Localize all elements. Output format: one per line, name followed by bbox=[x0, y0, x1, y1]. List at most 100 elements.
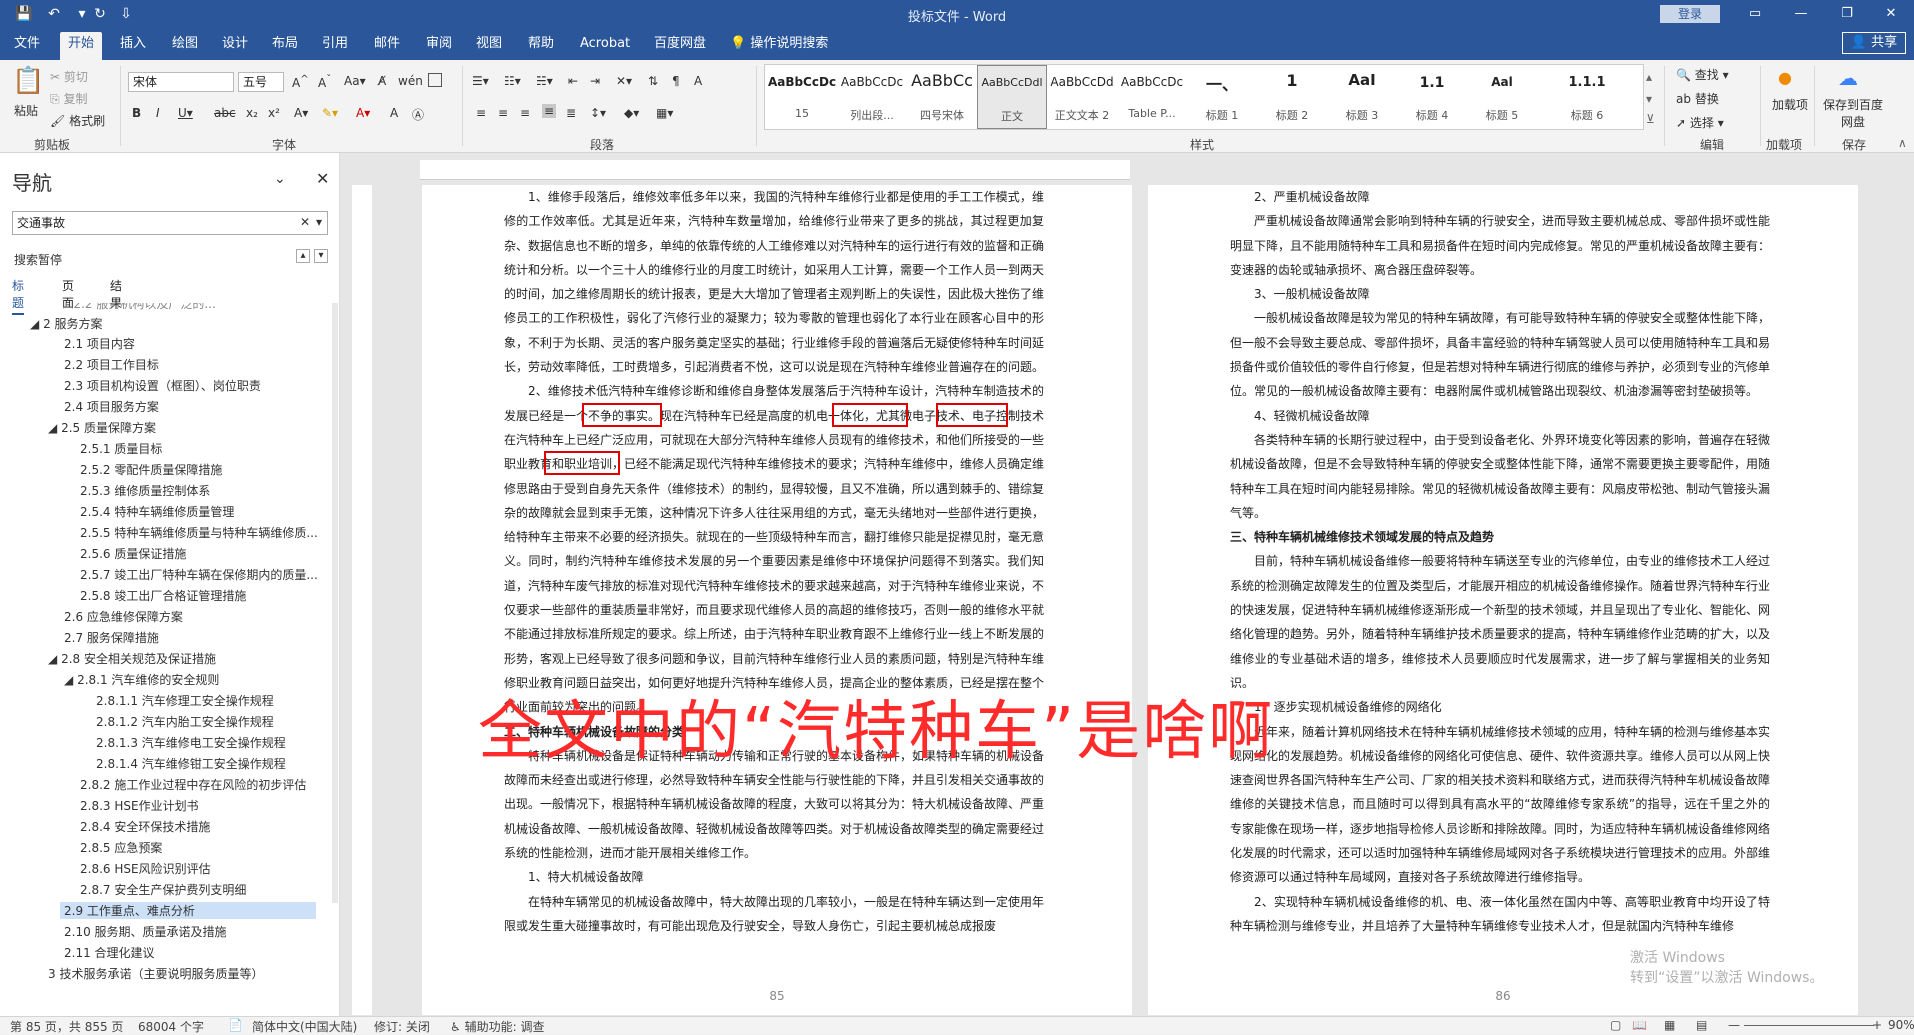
search-options-icon[interactable]: ▾ bbox=[316, 215, 322, 229]
char-shading-icon[interactable]: A bbox=[390, 106, 398, 120]
nav-heading-item[interactable]: ◢ 2 服务方案 bbox=[30, 315, 103, 332]
bullets-icon[interactable]: ☰▾ bbox=[472, 74, 489, 88]
nav-heading-item[interactable]: 2.8.5 应急预案 bbox=[80, 839, 162, 856]
nav-heading-item[interactable]: 2.8.1.2 汽车内胎工安全操作规程 bbox=[96, 713, 274, 730]
read-mode-icon[interactable]: 📖 bbox=[1632, 1018, 1647, 1032]
baidu-cloud-icon[interactable]: ☁ bbox=[1838, 66, 1858, 90]
nav-heading-item[interactable]: 2.8.3 HSE作业计划书 bbox=[80, 797, 199, 814]
style-item[interactable]: 一、 标题 1 bbox=[1187, 65, 1257, 129]
page-85[interactable]: 1、维修手段落后，维修效率低多年以来，我国的汽特种车维修行业都是使用的手工工作模… bbox=[422, 185, 1132, 1015]
addin-icon[interactable]: ● bbox=[1778, 68, 1792, 87]
collapse-icon[interactable]: ◢ bbox=[48, 652, 57, 666]
nav-options-icon[interactable]: ⌄ bbox=[274, 171, 286, 187]
close-window-icon[interactable]: ✕ bbox=[1868, 2, 1914, 26]
next-result-icon[interactable]: ▾ bbox=[314, 249, 328, 263]
nav-heading-item[interactable]: 1.2.2 服务机构以及广泛的... bbox=[62, 303, 216, 312]
nav-heading-item[interactable]: 2.8.2 施工作业过程中存在风险的初步评估 bbox=[80, 776, 306, 793]
strikethrough-icon[interactable]: abc bbox=[214, 106, 236, 120]
asian-layout-icon[interactable]: A bbox=[694, 74, 702, 88]
distributed-icon[interactable]: ≣ bbox=[566, 106, 576, 120]
italic-icon[interactable]: I bbox=[156, 106, 160, 120]
borders-icon[interactable]: ▦▾ bbox=[656, 106, 673, 120]
cut-button[interactable]: ✂ 剪切 bbox=[50, 68, 88, 85]
style-item[interactable]: AaBbCcDc Table P... bbox=[1117, 65, 1187, 129]
prev-result-icon[interactable]: ▴ bbox=[296, 249, 310, 263]
tab-help[interactable]: 帮助 bbox=[520, 32, 562, 60]
page-count[interactable]: 第 85 页，共 855 页 bbox=[10, 1018, 123, 1035]
save-to-baidu-button[interactable]: 保存到百度网盘 bbox=[1822, 96, 1884, 130]
collapse-icon[interactable]: ◢ bbox=[30, 317, 39, 331]
nav-heading-item[interactable]: 2.3 项目机构设置（框图）、岗位职责 bbox=[64, 377, 261, 394]
paste-button[interactable]: 粘贴 bbox=[14, 102, 38, 119]
line-spacing-icon[interactable]: ↕▾ bbox=[590, 106, 606, 120]
tab-baidu[interactable]: 百度网盘 bbox=[646, 32, 714, 60]
tab-acrobat[interactable]: Acrobat bbox=[572, 32, 638, 60]
tab-home[interactable]: 开始 bbox=[60, 32, 103, 60]
underline-icon[interactable]: U▾ bbox=[178, 106, 193, 120]
sort-icon[interactable]: ⇅ bbox=[648, 74, 658, 88]
style-item[interactable]: AaBbCcDc 15 bbox=[767, 65, 837, 129]
font-size-combo[interactable]: 五号 bbox=[238, 72, 284, 92]
nav-heading-item[interactable]: 2.8.7 安全生产保护费列支明细 bbox=[80, 881, 246, 898]
style-item[interactable]: AaBbCcDdl 正文 bbox=[977, 65, 1047, 129]
text-effects-icon[interactable]: A▾ bbox=[294, 106, 308, 120]
tab-references[interactable]: 引用 bbox=[314, 32, 356, 60]
word-count[interactable]: 68004 个字 bbox=[138, 1018, 204, 1035]
font-color-icon[interactable]: A▾ bbox=[356, 106, 370, 120]
nav-heading-item[interactable]: 2.6 应急维修保障方案 bbox=[64, 608, 183, 625]
style-item[interactable]: AaBbCc 四号宋体 bbox=[907, 65, 977, 129]
tab-review[interactable]: 审阅 bbox=[418, 32, 460, 60]
format-painter-button[interactable]: 🖌 格式刷 bbox=[50, 112, 105, 129]
align-right-icon[interactable]: ≡ bbox=[520, 106, 530, 120]
paste-icon[interactable]: 📋 bbox=[12, 66, 44, 96]
style-item[interactable]: AaBbCcDc 列出段... bbox=[837, 65, 907, 129]
login-button[interactable]: 登录 bbox=[1660, 5, 1720, 23]
styles-more-icon[interactable]: ⊻ bbox=[1646, 112, 1655, 126]
nav-heading-item[interactable]: 2.8.6 HSE风险识别评估 bbox=[80, 860, 211, 877]
subscript-icon[interactable]: x₂ bbox=[246, 106, 258, 120]
superscript-icon[interactable]: x² bbox=[268, 106, 280, 120]
tab-design[interactable]: 设计 bbox=[214, 32, 256, 60]
horizontal-ruler[interactable] bbox=[420, 160, 1130, 180]
justify-icon[interactable]: ≡ bbox=[542, 104, 557, 118]
tab-view[interactable]: 视图 bbox=[468, 32, 510, 60]
tell-me-search[interactable]: 💡 操作说明搜索 bbox=[722, 32, 836, 60]
proofing-icon[interactable]: 📄 bbox=[228, 1018, 243, 1032]
nav-heading-item[interactable]: 2.7 服务保障措施 bbox=[64, 629, 159, 646]
styles-scroll-up-icon[interactable]: ▴ bbox=[1646, 70, 1652, 84]
page-body-text[interactable]: 1、维修手段落后，维修效率低多年以来，我国的汽特种车维修行业都是使用的手工工作模… bbox=[504, 185, 1044, 938]
maximize-icon[interactable]: ❐ bbox=[1824, 2, 1870, 26]
nav-heading-item[interactable]: 2.1 项目内容 bbox=[64, 335, 135, 352]
clear-search-icon[interactable]: ✕ bbox=[300, 215, 310, 229]
nav-heading-item[interactable]: 2.8.4 安全环保技术措施 bbox=[80, 818, 210, 835]
style-item[interactable]: AaI 标题 3 bbox=[1327, 65, 1397, 129]
share-button[interactable]: 👤 共享 bbox=[1842, 32, 1906, 54]
nav-heading-item[interactable]: ◢ 2.8.1 汽车维修的安全规则 bbox=[64, 671, 219, 688]
addin-button[interactable]: 加载项 bbox=[1770, 96, 1810, 113]
copy-button[interactable]: ⎘ 复制 bbox=[50, 90, 87, 107]
nav-heading-item[interactable]: 2.5.5 特种车辆维修质量与特种车辆维修质... bbox=[80, 524, 318, 541]
focus-mode-icon[interactable]: ▢ bbox=[1610, 1018, 1621, 1032]
clear-format-icon[interactable]: A̸ bbox=[378, 74, 386, 88]
decrease-indent-icon[interactable]: ⇤ bbox=[568, 74, 578, 88]
nav-heading-item[interactable]: ◢ 2.5 质量保障方案 bbox=[48, 419, 156, 436]
nav-heading-item[interactable]: 3 技术服务承诺（主要说明服务质量等） bbox=[48, 965, 263, 982]
highlight-icon[interactable]: ✎▾ bbox=[322, 106, 338, 120]
numbering-icon[interactable]: ☷▾ bbox=[504, 74, 521, 88]
nav-close-icon[interactable]: ✕ bbox=[316, 169, 329, 188]
minimize-icon[interactable]: — bbox=[1778, 2, 1824, 26]
nav-heading-item[interactable]: 2.5.3 维修质量控制体系 bbox=[80, 482, 210, 499]
zoom-slider[interactable] bbox=[1744, 1025, 1874, 1026]
increase-indent-icon[interactable]: ⇥ bbox=[590, 74, 600, 88]
vertical-ruler[interactable] bbox=[352, 185, 372, 1015]
change-case-icon[interactable]: Aa▾ bbox=[344, 74, 366, 88]
nav-heading-item-selected[interactable]: 2.9 工作重点、难点分析 bbox=[60, 902, 316, 919]
enclose-char-icon[interactable]: Ⓐ bbox=[412, 106, 424, 123]
style-item[interactable]: 1.1 标题 4 bbox=[1397, 65, 1467, 129]
chinese-layout-icon[interactable]: ✕▾ bbox=[616, 74, 632, 88]
style-item[interactable]: AaBbCcDd 正文文本 2 bbox=[1047, 65, 1117, 129]
shading-icon[interactable]: ◆▾ bbox=[624, 106, 639, 120]
nav-heading-item[interactable]: 2.11 合理化建议 bbox=[64, 944, 155, 961]
tab-file[interactable]: 文件 bbox=[6, 32, 48, 60]
accessibility-status[interactable]: ♿ 辅助功能: 调查 bbox=[450, 1018, 544, 1035]
